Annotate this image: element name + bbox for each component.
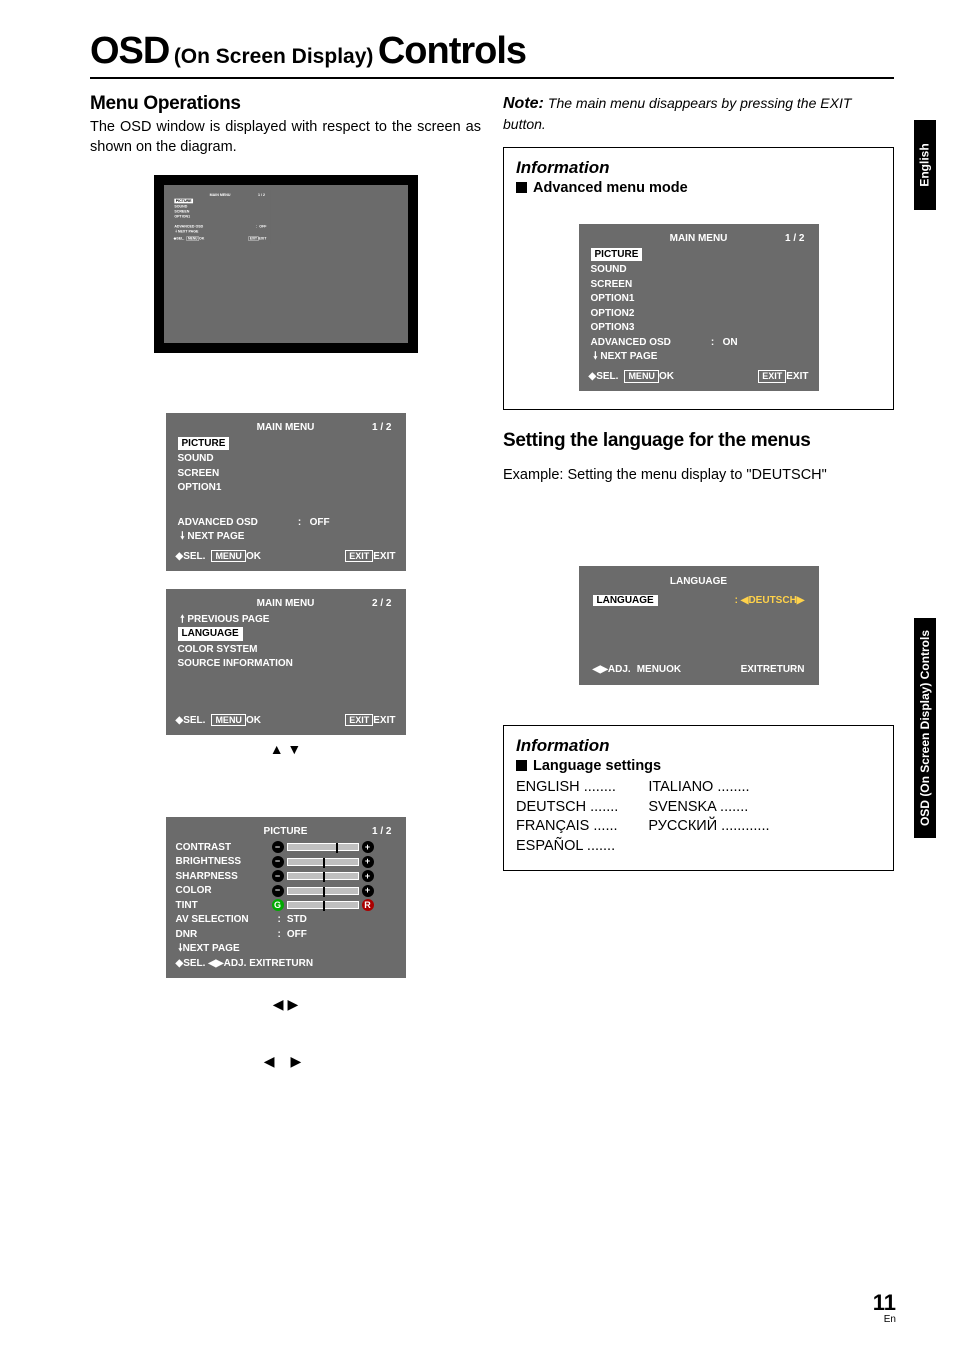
side-tab-section: OSD (On Screen Display) Controls — [914, 618, 936, 838]
picture-color[interactable]: COLOR−+ — [176, 884, 396, 898]
osd-main-menu-1: MAIN MENU1 / 2 PICTURE SOUND SCREEN OPTI… — [166, 413, 406, 571]
hint-adj: ◀▶ADJ. — [208, 958, 246, 969]
tv-frame: MAIN MENU1 / 2 PICTURE SOUND SCREEN OPTI… — [154, 175, 418, 353]
arrows-left-right-spaced-icon: ◀ ▶ — [90, 1053, 481, 1070]
lang-value[interactable]: : ◀DEUTSCH▶ — [735, 595, 805, 606]
info-box-language-settings: Information Language settings ENGLISH ..… — [503, 725, 894, 871]
menu-item-screen[interactable]: SCREEN — [589, 278, 809, 292]
menu-item-picture[interactable]: PICTURE — [178, 437, 230, 451]
hint-exit-return: EXITRETURN — [741, 664, 805, 675]
arrows-up-down-icon: ▲ ▼ — [90, 741, 481, 757]
hint-sel: ◆SEL. — [589, 370, 619, 384]
picture-tint[interactable]: TINTGR — [176, 899, 396, 913]
picture-sharpness[interactable]: SHARPNESS−+ — [176, 870, 396, 884]
hint-exit-return: EXITRETURN — [249, 958, 313, 969]
menu-item-screen[interactable]: SCREEN — [176, 467, 396, 481]
hint-sel: ◆SEL. — [176, 714, 206, 728]
menu-item-advanced-osd[interactable]: ADVANCED OSD: OFF — [176, 516, 396, 530]
menu-item-option1[interactable]: OPTION1 — [589, 292, 809, 306]
menu-item-color-system[interactable]: COLOR SYSTEM — [176, 643, 396, 657]
hint-menu-ok: MENUOK — [637, 664, 681, 675]
lang-option: DEUTSCH ....... — [516, 798, 618, 818]
hint-sel: ◆SEL. — [176, 958, 206, 969]
arrows-left-right-icon: ◀ ▶ — [90, 996, 481, 1013]
example-text: Example: Setting the menu display to "DE… — [503, 466, 894, 486]
lang-option: ESPAÑOL ....... — [516, 837, 618, 857]
hint-menu-ok: MENUOK — [211, 714, 261, 728]
osd-main-menu-2: MAIN MENU2 / 2 🠕 PREVIOUS PAGE LANGUAGE … — [166, 589, 406, 735]
lang-option: РУССКИЙ ............ — [648, 817, 769, 837]
osd-mini: MAIN MENU1 / 2 PICTURE SOUND SCREEN OPTI… — [170, 190, 270, 244]
menu-item-option1[interactable]: OPTION1 — [176, 481, 396, 495]
osd-picture: PICTURE1 / 2 CONTRAST−+ BRIGHTNESS−+ SHA… — [166, 817, 406, 978]
menu-item-option2[interactable]: OPTION2 — [589, 307, 809, 321]
picture-next-page[interactable]: 🠗 NEXT PAGE — [176, 942, 396, 956]
picture-av-selection[interactable]: AV SELECTION:STD — [176, 913, 396, 927]
intro-text: The OSD window is displayed with respect… — [90, 118, 481, 157]
lang-option: ENGLISH ........ — [516, 778, 618, 798]
section-heading-menu-operations: Menu Operations — [90, 93, 481, 115]
hint-menu-ok: MENUOK — [624, 370, 674, 384]
lang-option: FRANÇAIS ...... — [516, 817, 618, 837]
menu-item-language[interactable]: LANGUAGE — [178, 627, 243, 641]
info-box-advanced: Information Advanced menu mode MAIN MENU… — [503, 147, 894, 410]
hint-exit: EXITEXIT — [345, 714, 395, 728]
lang-option: SVENSKA ....... — [648, 798, 769, 818]
picture-contrast[interactable]: CONTRAST−+ — [176, 841, 396, 855]
menu-next-page[interactable]: 🠗 NEXT PAGE — [589, 350, 809, 364]
hint-exit: EXITEXIT — [345, 550, 395, 564]
menu-prev-page[interactable]: 🠕 PREVIOUS PAGE — [176, 613, 396, 627]
lang-option: ITALIANO ........ — [648, 778, 769, 798]
section-heading-language: Setting the language for the menus — [503, 430, 894, 452]
menu-item-sound[interactable]: SOUND — [176, 452, 396, 466]
menu-next-page[interactable]: 🠗 NEXT PAGE — [176, 530, 396, 544]
menu-item-sound[interactable]: SOUND — [589, 263, 809, 277]
picture-brightness[interactable]: BRIGHTNESS−+ — [176, 855, 396, 869]
page-footer: 11 En — [873, 1292, 896, 1325]
side-tab-language: English — [914, 120, 936, 210]
osd-language: LANGUAGE LANGUAGE : ◀DEUTSCH▶ ◀▶ADJ. MEN… — [579, 566, 819, 685]
right-column: Note:The main menu disappears by pressin… — [503, 93, 894, 1070]
left-column: Menu Operations The OSD window is displa… — [90, 93, 481, 1070]
hint-adj: ◀▶ADJ. — [593, 664, 631, 675]
page-title: OSD (On Screen Display) Controls — [90, 30, 894, 79]
osd-main-menu-advanced: MAIN MENU1 / 2 PICTURE SOUND SCREEN OPTI… — [579, 224, 819, 391]
lang-row-label[interactable]: LANGUAGE — [593, 595, 658, 606]
menu-item-source-info[interactable]: SOURCE INFORMATION — [176, 657, 396, 671]
hint-exit: EXITEXIT — [758, 370, 808, 384]
picture-dnr[interactable]: DNR:OFF — [176, 928, 396, 942]
hint-menu-ok: MENUOK — [211, 550, 261, 564]
menu-item-option3[interactable]: OPTION3 — [589, 321, 809, 335]
hint-sel: ◆SEL. — [176, 550, 206, 564]
menu-item-picture[interactable]: PICTURE — [591, 248, 643, 262]
note-box: Note:The main menu disappears by pressin… — [503, 93, 894, 133]
menu-item-advanced-osd[interactable]: ADVANCED OSD: ON — [589, 336, 809, 350]
